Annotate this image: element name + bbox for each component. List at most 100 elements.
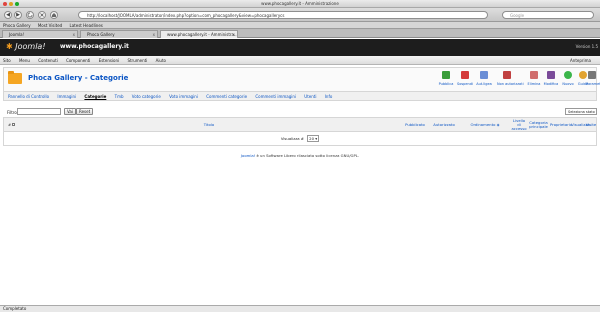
zoom-window-icon[interactable] xyxy=(15,2,19,6)
button-label: Parametri xyxy=(586,82,600,86)
save-order-icon[interactable]: ◈ xyxy=(497,122,500,127)
filter-input[interactable] xyxy=(17,108,61,115)
home-icon[interactable] xyxy=(50,11,58,19)
col-parent[interactable]: Categoria principale xyxy=(528,121,549,129)
col-authorized[interactable]: Autorizzato xyxy=(430,123,458,127)
select-value: Seleziona stato xyxy=(568,110,595,114)
bookmark-item[interactable]: Latest Headlines xyxy=(69,23,102,28)
state-select[interactable]: Seleziona stato xyxy=(565,108,597,115)
browser-tab[interactable]: Phoca Gallery x xyxy=(80,30,158,38)
filter-label: Filtro xyxy=(7,110,17,115)
unauthorize-icon xyxy=(503,71,511,79)
new-icon xyxy=(564,71,572,79)
authorize-button[interactable]: Aut.ligea xyxy=(474,71,494,91)
unpublish-icon xyxy=(461,71,469,79)
tab-label: Phoca Gallery xyxy=(87,32,115,37)
col-published[interactable]: Pubblicato xyxy=(402,123,428,127)
button-label: Pubblica xyxy=(438,82,454,86)
footer-text: è un Software Libero rilasciato sotto li… xyxy=(256,153,360,158)
close-tab-icon[interactable]: x xyxy=(73,31,75,38)
limit-value: 20 xyxy=(309,136,315,141)
tab-label: www.phocagallery.it - Amministra... xyxy=(167,32,238,37)
menu-item[interactable]: Contenuti xyxy=(38,58,58,63)
search-placeholder: Google xyxy=(510,13,525,18)
trash-icon xyxy=(530,71,538,79)
joomla-link[interactable]: Joomla! xyxy=(241,153,255,158)
submenu-item-active[interactable]: Categorie xyxy=(84,94,106,99)
col-access[interactable]: Livello di accesso xyxy=(511,119,527,131)
version-label: Version 1.5 xyxy=(575,44,598,49)
pager-label: Visualizza # xyxy=(280,136,304,141)
window-titlebar: www.phocagallery.it - Amministrazione xyxy=(0,0,600,8)
submenu-item[interactable]: Tmb xyxy=(115,94,124,99)
bookmark-item[interactable]: Phoca Gallery xyxy=(3,23,31,28)
page-title: Phoca Gallery - Categorie xyxy=(28,74,129,82)
submenu-item[interactable]: Pannello di Controllo xyxy=(8,94,49,99)
submenu-item[interactable]: Voto immagini xyxy=(169,94,198,99)
menu-item[interactable]: Componenti xyxy=(66,58,90,63)
submenu-item[interactable]: Immagini xyxy=(57,94,76,99)
status-bar: Completato xyxy=(0,305,600,312)
button-label: Sospendi xyxy=(457,82,473,86)
address-bar[interactable]: http://localhost/JOOMLA/administrator/in… xyxy=(78,11,488,19)
submenu-item[interactable]: Info xyxy=(325,94,333,99)
close-tab-icon[interactable]: x xyxy=(153,31,155,38)
browser-tab-active[interactable]: www.phocagallery.it - Amministra... x xyxy=(160,30,238,38)
menu-item[interactable]: Strumenti xyxy=(127,58,147,63)
url-text: http://localhost/JOOMLA/administrator/in… xyxy=(87,13,285,18)
bookmarks-bar: Phoca Gallery Most Visited Latest Headli… xyxy=(0,22,600,29)
page-header: Phoca Gallery - Categorie Pubblica Sospe… xyxy=(3,67,600,92)
col-order[interactable]: Ordinamento ◈ xyxy=(467,123,503,127)
close-tab-icon[interactable]: x xyxy=(233,31,235,38)
edit-icon xyxy=(547,71,555,79)
col-owner[interactable]: Proprietario xyxy=(550,123,572,127)
authorize-icon xyxy=(480,71,488,79)
button-label: Non autorizzati xyxy=(497,82,524,86)
unauthorize-button[interactable]: Non autorizzati xyxy=(497,71,524,91)
stop-icon[interactable] xyxy=(38,11,46,19)
limit-select[interactable]: 20 ▾ xyxy=(307,135,320,142)
menu-item[interactable]: Sito xyxy=(3,58,11,63)
col-num: # xyxy=(8,122,12,127)
menu-item[interactable]: Estensioni xyxy=(99,58,119,63)
component-submenu: Pannello di Controllo Immagini Categorie… xyxy=(3,92,597,101)
tab-label: Joomla! xyxy=(9,32,25,37)
folder-icon xyxy=(8,71,22,84)
publish-button[interactable]: Pubblica xyxy=(436,71,456,91)
reset-button[interactable]: Reset xyxy=(76,108,94,115)
options-button[interactable]: Parametri xyxy=(586,71,600,91)
preview-link[interactable]: Anteprima xyxy=(570,56,591,65)
submenu-item[interactable]: Commenti categorie xyxy=(206,94,247,99)
browser-tabs: Joomla! x Phoca Gallery x www.phocagalle… xyxy=(0,29,600,38)
submenu-item[interactable]: Voto categorie xyxy=(132,94,161,99)
unpublish-button[interactable]: Sospendi xyxy=(455,71,475,91)
browser-tab[interactable]: Joomla! x xyxy=(2,30,78,38)
joomla-logo[interactable]: ✱ Joomla! xyxy=(6,42,46,51)
reload-icon[interactable] xyxy=(26,11,34,19)
pagination: Visualizza # 20 ▾ xyxy=(4,135,596,142)
menu-item[interactable]: Menu xyxy=(19,58,30,63)
submenu-item[interactable]: Utenti xyxy=(304,94,316,99)
menu-item[interactable]: Aiuto xyxy=(156,58,166,63)
publish-icon xyxy=(442,71,450,79)
col-views[interactable]: Visite xyxy=(585,123,597,127)
site-name: www.phocagallery.it xyxy=(60,43,129,50)
admin-menu: Sito Menu Contenuti Componenti Estension… xyxy=(0,56,600,65)
categories-table: # Titolo Pubblicato Autorizzato Ordiname… xyxy=(3,117,597,146)
col-title[interactable]: Titolo xyxy=(194,123,224,127)
forward-button[interactable]: ▶ xyxy=(14,11,22,19)
gear-icon xyxy=(588,71,596,79)
bookmark-item[interactable]: Most Visited xyxy=(38,23,62,28)
footer: Joomla! è un Software Libero rilasciato … xyxy=(0,153,600,158)
logo-text: Joomla! xyxy=(15,42,46,51)
minimize-window-icon[interactable] xyxy=(9,2,13,6)
order-label: Ordinamento xyxy=(470,122,496,127)
table-header: # Titolo Pubblicato Autorizzato Ordiname… xyxy=(4,118,596,132)
search-input[interactable]: Google xyxy=(502,11,594,19)
close-window-icon[interactable] xyxy=(3,2,7,6)
back-button[interactable]: ◀ xyxy=(4,11,12,19)
select-all-checkbox[interactable] xyxy=(12,123,15,126)
window-title: www.phocagallery.it - Amministrazione xyxy=(261,1,339,6)
submenu-item[interactable]: Commenti immagini xyxy=(255,94,296,99)
go-button[interactable]: Vai xyxy=(64,108,76,115)
